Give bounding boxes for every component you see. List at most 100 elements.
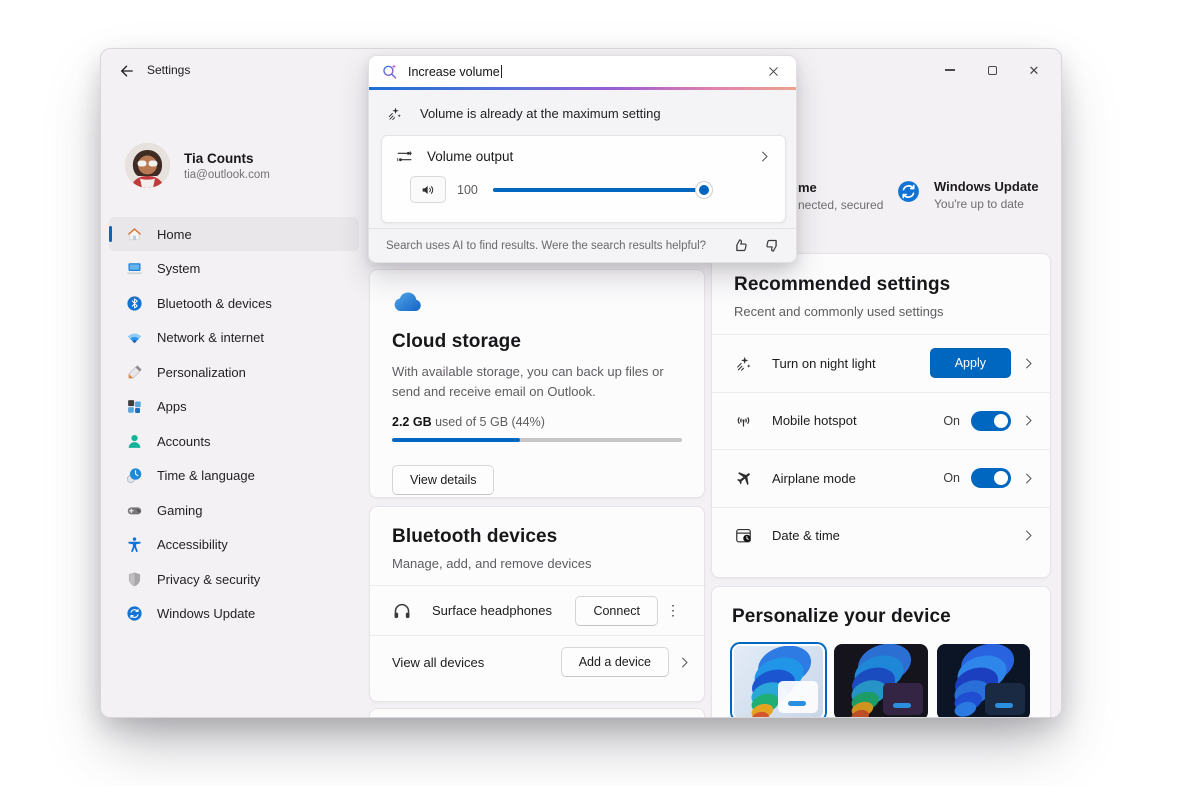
sidebar-item-label: Home [157,227,192,242]
connect-button[interactable]: Connect [575,596,658,626]
chevron-right-icon [1021,356,1036,371]
sidebar-item-gaming[interactable]: Gaming [109,493,359,527]
minimize-icon [945,69,955,70]
volume-slider-row: 100 [382,176,785,203]
slider-thumb[interactable] [696,182,712,198]
chevron-right-icon [1021,413,1036,428]
view-details-button[interactable]: View details [392,465,494,495]
search-bar[interactable]: Increase volume [369,56,796,87]
hotspot-toggle[interactable] [971,411,1011,431]
date-time-label: Date & time [772,528,1011,543]
thumbs-up-button[interactable] [731,236,750,255]
chevron-right-icon [757,149,772,164]
search-input[interactable]: Increase volume [408,65,762,79]
speaker-button[interactable] [410,176,446,203]
recommended-subtitle: Recent and commonly used settings [734,304,1028,319]
personalize-card: Personalize your device [711,586,1051,718]
cloud-title: Cloud storage [392,331,682,353]
text-caret [501,65,502,78]
window-controls: ✕ [933,57,1051,83]
windows-update-banner[interactable]: Windows Update You're up to date [896,179,1039,211]
ai-answer-row[interactable]: Volume is already at the maximum setting [369,90,796,134]
sidebar-item-label: Windows Update [157,606,255,621]
sidebar-item-label: Gaming [157,503,203,518]
device-row: Surface headphones Connect ⋮ [370,586,704,635]
mobile-hotspot-row[interactable]: Mobile hotspot On [712,393,1050,450]
maximize-button[interactable] [975,57,1009,83]
screen: Settings ✕ [0,0,1200,786]
time-language-icon [126,467,143,484]
volume-output-card[interactable]: Volume output 100 [381,135,786,223]
network-status: nected, secured [798,198,883,212]
storage-progress-fill [392,438,520,442]
sidebar-item-label: System [157,261,200,276]
storage-used-value: 2.2 GB [392,415,432,429]
thumbs-down-button[interactable] [763,236,782,255]
update-title: Windows Update [934,179,1039,194]
date-time-row[interactable]: Date & time [712,508,1050,565]
close-button[interactable]: ✕ [1017,57,1051,83]
sidebar-item-home[interactable]: Home [109,217,359,251]
theme-preview-window [985,683,1025,715]
profile-name: Tia Counts [184,151,270,166]
sidebar-item-label: Accounts [157,434,210,449]
theme-thumbnail-light[interactable] [732,644,825,718]
user-profile[interactable]: Tia Counts tia@outlook.com [125,143,270,188]
slider-fill [493,188,710,192]
airplane-mode-row[interactable]: Airplane mode On [712,450,1050,507]
peek-card [369,708,705,718]
storage-usage: 2.2 GB used of 5 GB (44%) [392,415,682,429]
network-status-banner[interactable]: me nected, secured [798,180,883,212]
airplane-toggle[interactable] [971,468,1011,488]
night-light-label: Turn on night light [772,356,930,371]
close-icon [767,65,780,78]
more-options-icon[interactable]: ⋮ [658,598,688,623]
profile-text: Tia Counts tia@outlook.com [184,151,270,181]
sidebar-item-system[interactable]: System [109,252,359,286]
sidebar-item-personalization[interactable]: Personalization [109,355,359,389]
recommended-head: Recommended settings Recent and commonly… [712,254,1050,334]
sidebar-item-apps[interactable]: Apps [109,390,359,424]
search-query: Increase volume [408,65,500,79]
night-light-icon [734,354,753,373]
theme-thumbnails [732,644,1030,718]
theme-thumbnail-blue[interactable] [937,644,1030,718]
back-button[interactable] [116,60,138,82]
search-close-button[interactable] [762,61,784,83]
recommended-title: Recommended settings [734,274,1028,296]
search-flyout: Increase volume Volume is already at the… [368,55,797,263]
volume-slider[interactable] [493,182,710,198]
sidebar-item-privacy-security[interactable]: Privacy & security [109,562,359,596]
theme-preview-window [883,683,923,715]
sidebar-item-label: Time & language [157,468,255,483]
night-light-row[interactable]: Turn on night light Apply [712,335,1050,392]
bluetooth-subtitle: Manage, add, and remove devices [392,556,682,571]
sidebar-item-accounts[interactable]: Accounts [109,424,359,458]
shield-icon [126,571,143,588]
sidebar-item-label: Personalization [157,365,246,380]
airplane-icon [734,469,753,488]
apply-button[interactable]: Apply [930,348,1011,378]
bluetooth-title: Bluetooth devices [392,526,682,548]
sidebar-nav: Home System Bluetooth & devices [109,217,359,631]
sidebar-item-label: Network & internet [157,330,264,345]
avatar [125,143,170,188]
theme-thumbnail-dark[interactable] [834,644,927,718]
thumbs-down-icon [763,236,782,255]
sidebar-item-bluetooth-devices[interactable]: Bluetooth & devices [109,286,359,320]
theme-preview-taskbar [788,701,806,706]
storage-used-rest: used of 5 GB (44%) [432,415,545,429]
sidebar-item-time-language[interactable]: Time & language [109,459,359,493]
view-all-devices-row[interactable]: View all devices Add a device [370,636,704,688]
thumbs-up-icon [731,236,750,255]
device-name: Surface headphones [432,603,575,618]
sidebar-item-windows-update[interactable]: Windows Update [109,597,359,631]
sidebar-item-network-internet[interactable]: Network & internet [109,321,359,355]
bluetooth-card-head: Bluetooth devices Manage, add, and remov… [370,507,704,585]
volume-mixer-icon [396,148,413,165]
update-status: You're up to date [934,197,1039,211]
sidebar-item-accessibility[interactable]: Accessibility [109,528,359,562]
cloud-storage-card: Cloud storage With available storage, yo… [369,269,705,498]
minimize-button[interactable] [933,57,967,83]
add-device-button[interactable]: Add a device [561,647,669,677]
